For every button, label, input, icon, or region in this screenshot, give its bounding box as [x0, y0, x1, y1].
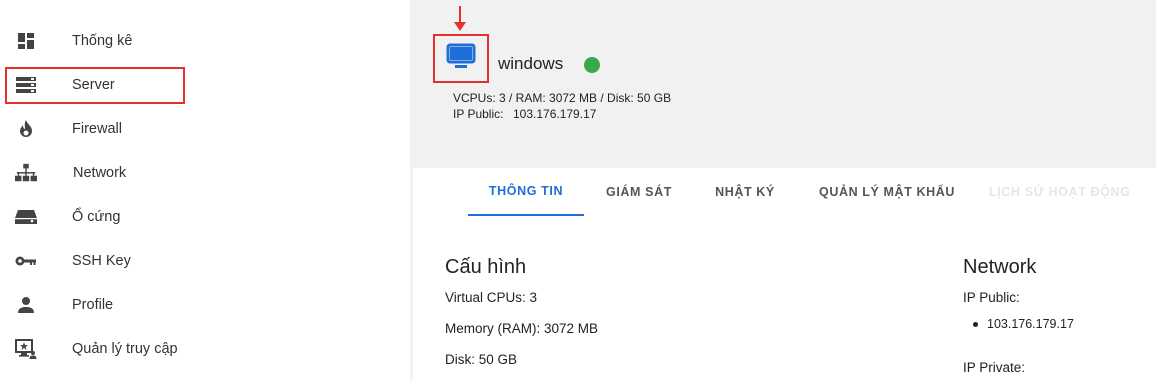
server-name: windows	[498, 54, 564, 73]
key-icon	[15, 250, 37, 272]
sidebar: Thống kê Server Firewall Network Ổ cứng …	[0, 0, 400, 380]
tab-bar: THÔNG TIN GIÁM SÁT NHẬT KÝ QUẢN LÝ MẬT K…	[413, 168, 1156, 218]
sidebar-item-label: Ổ cứng	[72, 209, 121, 225]
sidebar-item-label: Profile	[72, 297, 114, 313]
ip-public-row: IP Public: 103.176.179.17	[453, 106, 671, 122]
network-ip-private-label: IP Private:	[963, 360, 1026, 375]
sidebar-item-label: Thống kê	[72, 33, 133, 49]
person-icon	[15, 294, 37, 316]
config-vcpus: Virtual CPUs: 3	[445, 290, 538, 305]
sidebar-item-o-cung[interactable]: Ổ cứng	[0, 195, 400, 239]
sidebar-item-server[interactable]: Server	[0, 63, 400, 107]
hard-drive-icon	[15, 206, 37, 228]
config-title: Cấu hình	[445, 256, 527, 278]
config-disk: Disk: 50 GB	[445, 352, 518, 367]
specs-line: VCPUs: 3 / RAM: 3072 MB / Disk: 50 GB	[453, 91, 672, 105]
monitor-icon	[446, 43, 476, 74]
sidebar-item-label: SSH Key	[72, 253, 131, 269]
tab-giam-sat[interactable]: GIÁM SÁT	[593, 168, 685, 216]
sidebar-item-label: Firewall	[72, 121, 122, 137]
sidebar-item-profile[interactable]: Profile	[0, 283, 400, 327]
sidebar-item-network[interactable]: Network	[0, 151, 400, 195]
network-title: Network	[963, 256, 1037, 278]
sidebar-item-firewall[interactable]: Firewall	[0, 107, 400, 151]
tab-quan-ly-mat-khau[interactable]: QUẢN LÝ MẬT KHẨU	[805, 168, 969, 216]
sidebar-item-ssh-key[interactable]: SSH Key	[0, 239, 400, 283]
sidebar-item-label: Network	[73, 165, 127, 181]
flame-icon	[15, 118, 37, 140]
sidebar-item-label: Server	[72, 77, 115, 93]
config-memory: Memory (RAM): 3072 MB	[445, 321, 599, 336]
network-icon	[15, 162, 37, 184]
dashboard-icon	[15, 30, 37, 52]
sidebar-item-thong-ke[interactable]: Thống kê	[0, 19, 400, 63]
ip-public-value: 103.176.179.17	[513, 107, 597, 121]
tab-lich-su-hoat-dong[interactable]: LỊCH SỬ HOẠT ĐỘNG	[989, 168, 1156, 216]
sidebar-item-quan-ly-truy-cap[interactable]: Quản lý truy cập	[0, 327, 400, 371]
network-ip-public-value: 103.176.179.17	[987, 317, 1074, 331]
status-indicator	[584, 57, 600, 73]
ip-public-label: IP Public:	[453, 107, 504, 121]
tab-nhat-ky[interactable]: NHẬT KÝ	[702, 168, 788, 216]
server-specs: VCPUs: 3 / RAM: 3072 MB / Disk: 50 GB IP…	[453, 90, 671, 122]
sidebar-item-label: Quản lý truy cập	[72, 341, 178, 357]
tab-thong-tin[interactable]: THÔNG TIN	[468, 168, 584, 216]
annotation-arrow-head	[454, 22, 466, 31]
server-icon	[15, 74, 37, 96]
list-bullet	[973, 322, 978, 327]
server-icon-button[interactable]	[433, 34, 489, 83]
access-management-icon	[15, 338, 37, 360]
server-header: windows VCPUs: 3 / RAM: 3072 MB / Disk: …	[413, 0, 1156, 168]
network-ip-public-label: IP Public:	[963, 290, 1020, 305]
